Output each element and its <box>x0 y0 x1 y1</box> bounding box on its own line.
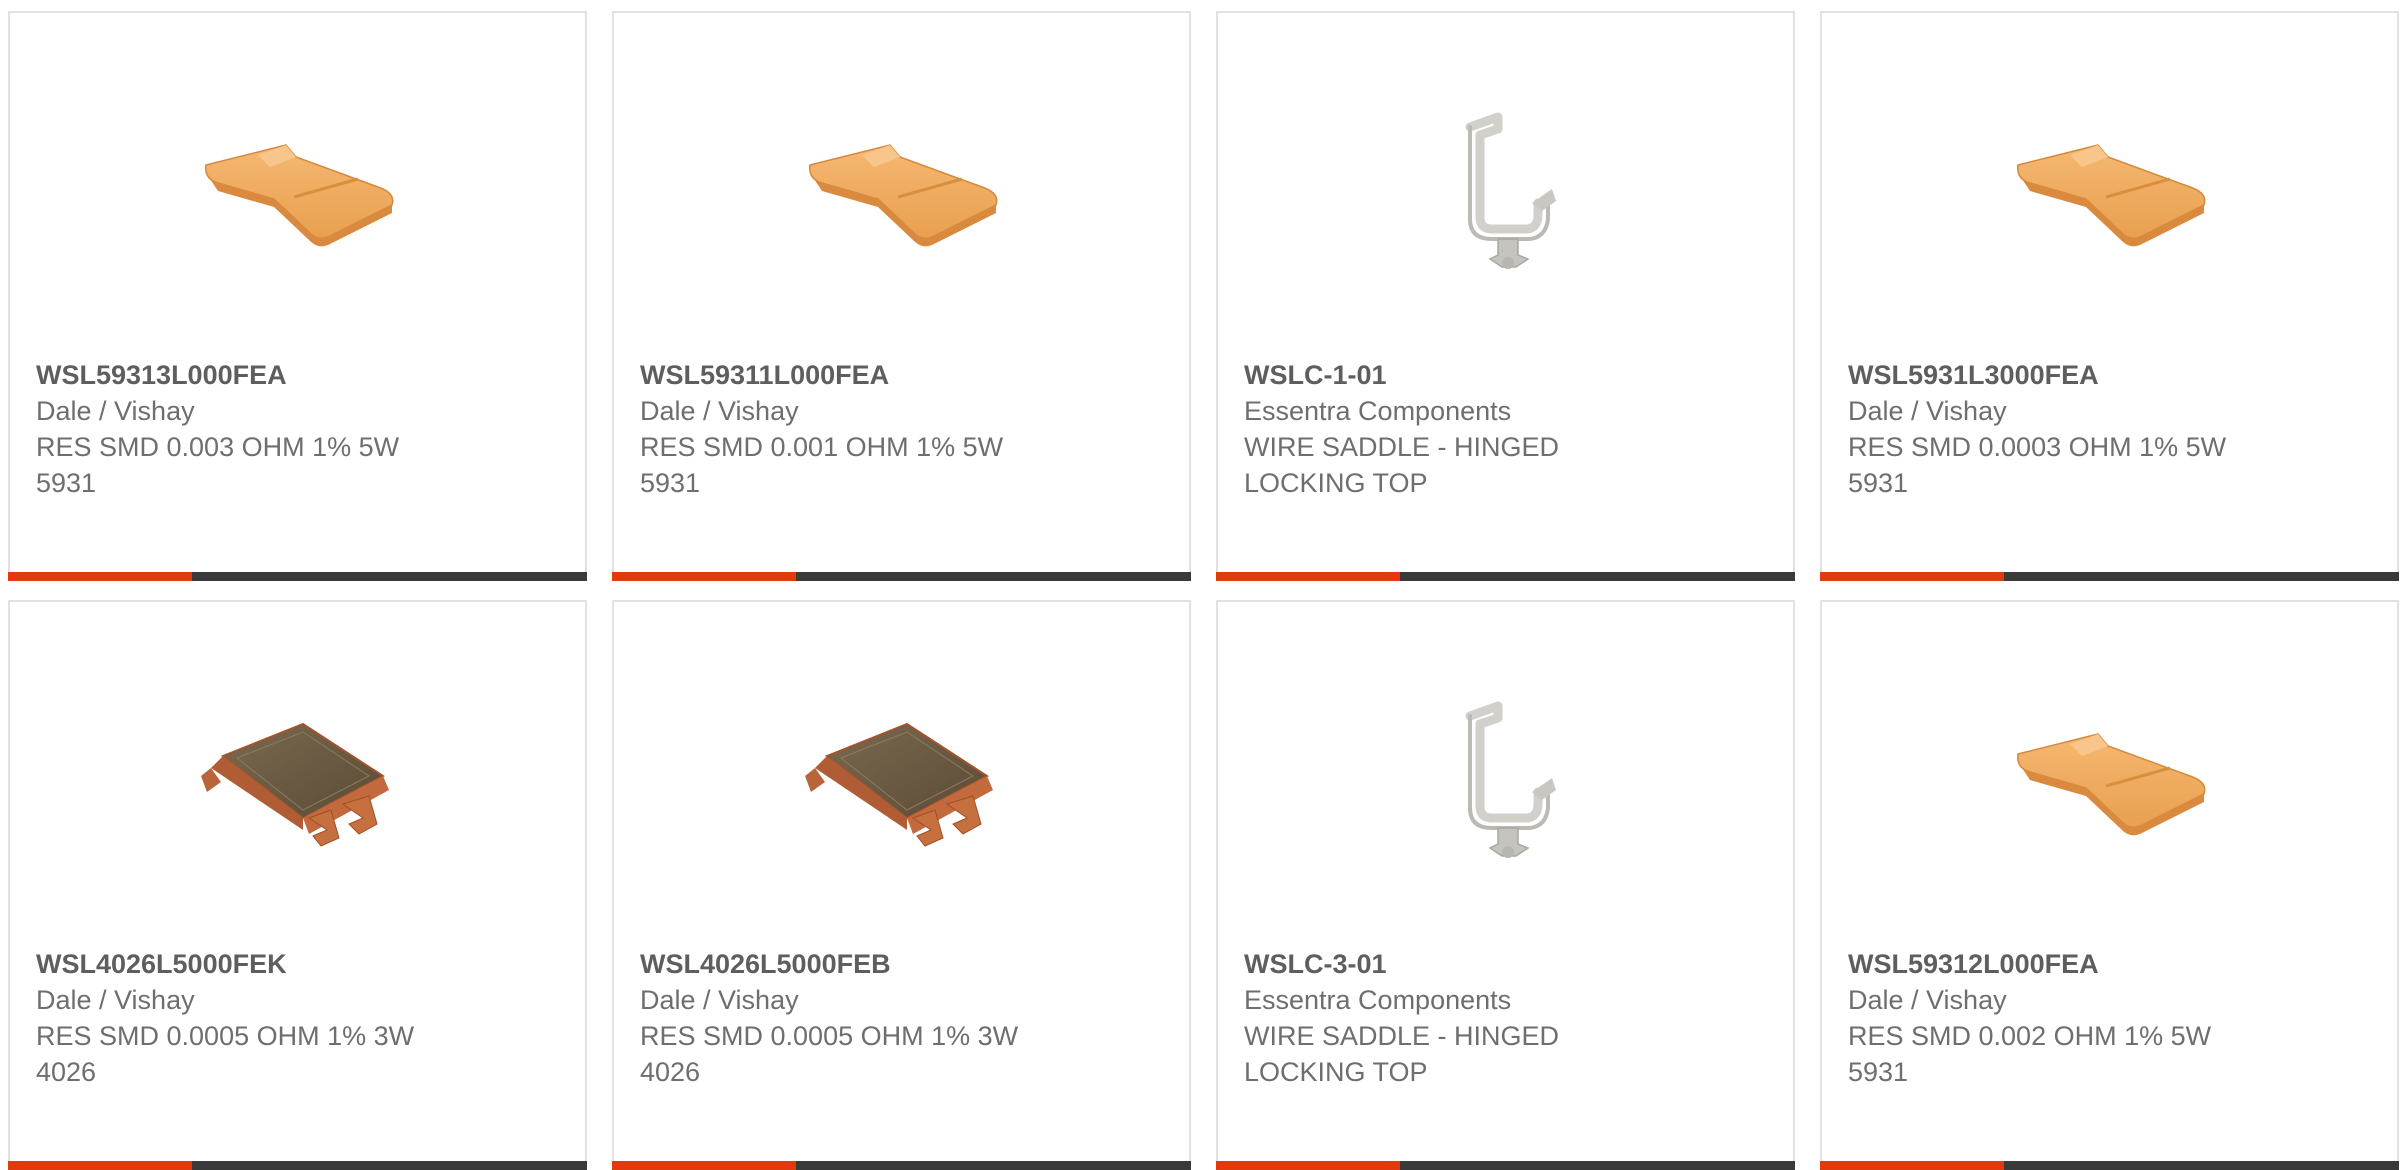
description: RES SMD 0.0005 OHM 1% 3W 4026 <box>640 1021 1019 1087</box>
product-grid: WSL59313L000FEA Dale / Vishay RES SMD 0.… <box>8 11 2400 1170</box>
product-info: WSL5931L3000FEA Dale / Vishay RES SMD 0.… <box>1848 357 2377 501</box>
part-number[interactable]: WSLC-3-01 <box>1244 946 1773 982</box>
manufacturer: Essentra Components <box>1244 985 1512 1015</box>
manufacturer: Dale / Vishay <box>36 985 195 1015</box>
product-image[interactable] <box>193 87 403 297</box>
manufacturer: Dale / Vishay <box>640 396 799 426</box>
product-image[interactable] <box>1401 676 1611 886</box>
description: RES SMD 0.0005 OHM 1% 3W 4026 <box>36 1021 415 1087</box>
card-bottom-bar <box>1216 572 1795 581</box>
card-bottom-bar <box>612 1161 1191 1170</box>
product-image[interactable] <box>1401 87 1611 297</box>
product-card[interactable]: WSLC-3-01 Essentra Components WIRE SADDL… <box>1216 600 1795 1170</box>
description: RES SMD 0.001 OHM 1% 5W 5931 <box>640 432 1004 498</box>
card-accent-bar <box>1820 1161 2004 1170</box>
description: WIRE SADDLE - HINGED LOCKING TOP <box>1244 432 1560 498</box>
card-bottom-bar <box>612 572 1191 581</box>
product-info: WSL59313L000FEA Dale / Vishay RES SMD 0.… <box>36 357 565 501</box>
manufacturer: Dale / Vishay <box>1848 985 2007 1015</box>
card-accent-bar <box>612 572 796 581</box>
manufacturer: Essentra Components <box>1244 396 1512 426</box>
product-card[interactable]: WSL59311L000FEA Dale / Vishay RES SMD 0.… <box>612 11 1191 581</box>
product-info: WSL59312L000FEA Dale / Vishay RES SMD 0.… <box>1848 946 2377 1090</box>
card-accent-bar <box>1216 572 1400 581</box>
product-info: WSL4026L5000FEK Dale / Vishay RES SMD 0.… <box>36 946 565 1090</box>
product-image[interactable] <box>797 87 1007 297</box>
description: RES SMD 0.003 OHM 1% 5W 5931 <box>36 432 400 498</box>
card-bottom-bar <box>8 572 587 581</box>
orange-strip-resistor-icon <box>809 144 998 247</box>
part-number[interactable]: WSL4026L5000FEK <box>36 946 565 982</box>
product-image[interactable] <box>2005 87 2215 297</box>
product-card[interactable]: WSLC-1-01 Essentra Components WIRE SADDL… <box>1216 11 1795 581</box>
part-number[interactable]: WSL59311L000FEA <box>640 357 1169 393</box>
card-accent-bar <box>612 1161 796 1170</box>
wire-saddle-icon <box>1465 112 1556 269</box>
card-accent-bar <box>1820 572 2004 581</box>
copper-shunt-resistor-icon <box>805 722 993 847</box>
part-number[interactable]: WSL5931L3000FEA <box>1848 357 2377 393</box>
orange-strip-resistor-icon <box>2017 144 2206 247</box>
card-accent-bar <box>1216 1161 1400 1170</box>
product-image[interactable] <box>193 676 403 886</box>
orange-strip-resistor-icon <box>205 144 394 247</box>
part-number[interactable]: WSL59312L000FEA <box>1848 946 2377 982</box>
product-info: WSL59311L000FEA Dale / Vishay RES SMD 0.… <box>640 357 1169 501</box>
description: RES SMD 0.0003 OHM 1% 5W 5931 <box>1848 432 2227 498</box>
product-card[interactable]: WSL4026L5000FEK Dale / Vishay RES SMD 0.… <box>8 600 587 1170</box>
manufacturer: Dale / Vishay <box>640 985 799 1015</box>
card-bottom-bar <box>8 1161 587 1170</box>
card-accent-bar <box>8 572 192 581</box>
manufacturer: Dale / Vishay <box>1848 396 2007 426</box>
product-image[interactable] <box>797 676 1007 886</box>
description: RES SMD 0.002 OHM 1% 5W 5931 <box>1848 1021 2212 1087</box>
card-bottom-bar <box>1216 1161 1795 1170</box>
product-image[interactable] <box>2005 676 2215 886</box>
part-number[interactable]: WSL59313L000FEA <box>36 357 565 393</box>
card-accent-bar <box>8 1161 192 1170</box>
card-bottom-bar <box>1820 572 2399 581</box>
product-info: WSLC-3-01 Essentra Components WIRE SADDL… <box>1244 946 1773 1090</box>
product-card[interactable]: WSL59312L000FEA Dale / Vishay RES SMD 0.… <box>1820 600 2399 1170</box>
product-card[interactable]: WSL4026L5000FEB Dale / Vishay RES SMD 0.… <box>612 600 1191 1170</box>
product-card[interactable]: WSL59313L000FEA Dale / Vishay RES SMD 0.… <box>8 11 587 581</box>
part-number[interactable]: WSL4026L5000FEB <box>640 946 1169 982</box>
manufacturer: Dale / Vishay <box>36 396 195 426</box>
product-card[interactable]: WSL5931L3000FEA Dale / Vishay RES SMD 0.… <box>1820 11 2399 581</box>
product-info: WSLC-1-01 Essentra Components WIRE SADDL… <box>1244 357 1773 501</box>
product-info: WSL4026L5000FEB Dale / Vishay RES SMD 0.… <box>640 946 1169 1090</box>
orange-strip-resistor-icon <box>2017 733 2206 836</box>
copper-shunt-resistor-icon <box>201 722 389 847</box>
part-number[interactable]: WSLC-1-01 <box>1244 357 1773 393</box>
description: WIRE SADDLE - HINGED LOCKING TOP <box>1244 1021 1560 1087</box>
card-bottom-bar <box>1820 1161 2399 1170</box>
wire-saddle-icon <box>1465 701 1556 858</box>
